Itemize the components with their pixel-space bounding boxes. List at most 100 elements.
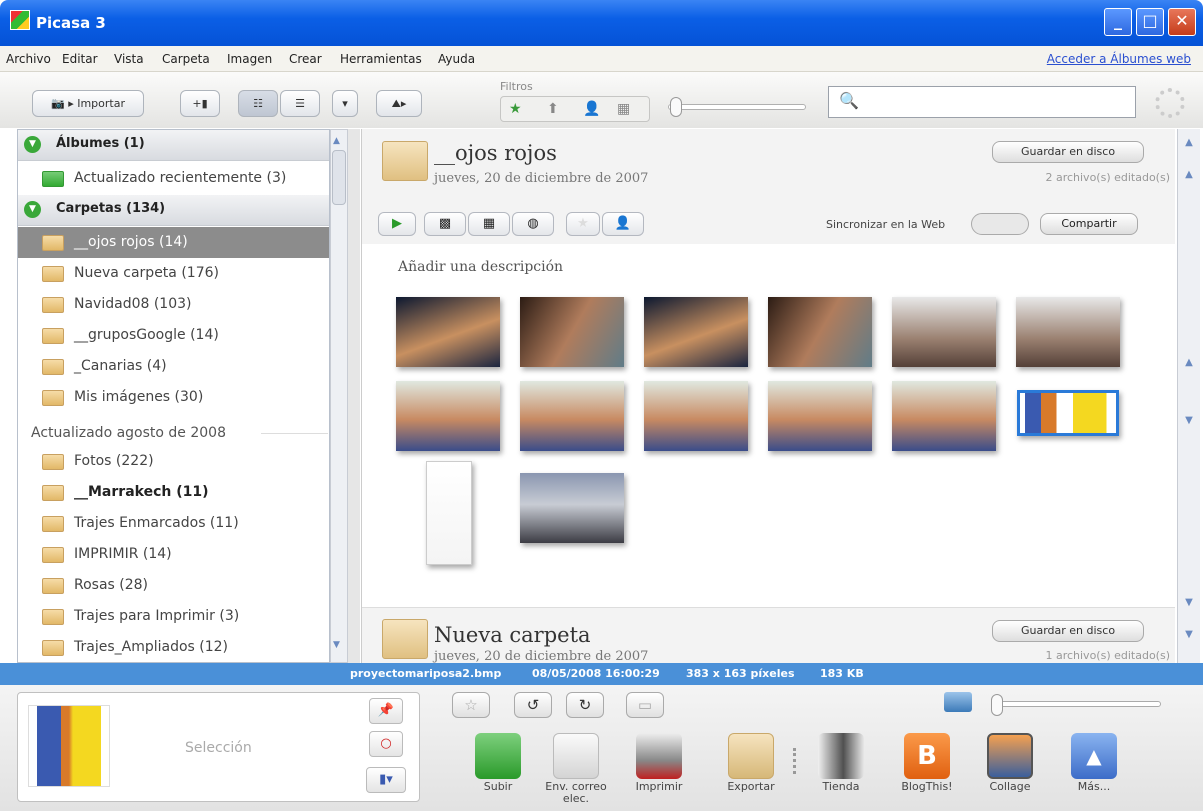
menu-crear[interactable]: Crear <box>289 52 322 66</box>
clear-selection-button[interactable]: ○ <box>369 731 403 757</box>
import-button[interactable]: 📷 ▸ Importar <box>32 90 144 117</box>
albums-header[interactable]: ▼ Álbumes (1) <box>18 130 329 161</box>
photo-thumbnail[interactable] <box>644 381 748 451</box>
people-button[interactable]: 👤 <box>602 212 644 236</box>
document-thumbnail[interactable] <box>426 461 472 565</box>
photo-thumbnail[interactable] <box>892 297 996 367</box>
scroll-down-icon[interactable]: ▼ <box>1180 597 1198 617</box>
sidebar-item-trajes-ampliados[interactable]: Trajes_Ampliados (12) <box>18 632 329 662</box>
hold-selection-button[interactable]: 📌 <box>369 698 403 724</box>
tag-button[interactable]: ▭ <box>626 692 664 718</box>
menu-ayuda[interactable]: Ayuda <box>438 52 475 66</box>
close-button[interactable]: ✕ <box>1168 8 1196 36</box>
album-icon <box>42 171 64 187</box>
movie-button[interactable]: ▦ <box>468 212 510 236</box>
rotate-left-button[interactable]: ↺ <box>514 692 552 718</box>
scroll-down-icon[interactable]: ▼ <box>1180 629 1198 649</box>
view-thumbnails-button[interactable]: ☷ <box>238 90 278 117</box>
menu-archivo[interactable]: Archivo <box>6 52 51 66</box>
photo-thumbnail[interactable] <box>768 381 872 451</box>
sidebar-item-trajes-enmarcados[interactable]: Trajes Enmarcados (11) <box>18 508 329 539</box>
selection-thumbnail[interactable] <box>28 705 110 787</box>
photo-thumbnail[interactable] <box>520 297 624 367</box>
blogthis-action[interactable]: B BlogThis! <box>892 733 962 793</box>
print-action[interactable]: Imprimir <box>624 733 694 793</box>
search-input[interactable]: 🔍 <box>828 86 1136 118</box>
star-button[interactable]: ★ <box>566 212 600 236</box>
rotate-right-button[interactable]: ↻ <box>566 692 604 718</box>
collage-action[interactable]: Collage <box>975 733 1045 793</box>
shop-action[interactable]: Tienda <box>806 733 876 793</box>
sidebar-item-trajes-para-imprimir[interactable]: Trajes para Imprimir (3) <box>18 601 329 632</box>
photo-thumbnail[interactable] <box>396 297 500 367</box>
play-slideshow-button[interactable]: ▶ <box>378 212 416 236</box>
sidebar-item-navidad08[interactable]: Navidad08 (103) <box>18 289 329 320</box>
view-tree-button[interactable]: ☰ <box>280 90 320 117</box>
person-filter-icon[interactable]: 👤 <box>583 101 600 117</box>
menu-vista[interactable]: Vista <box>114 52 144 66</box>
main-scrollbar[interactable]: ▲ ▲ ▲ ▼ ▼ ▼ <box>1177 129 1200 663</box>
sidebar-item-mis-imagenes[interactable]: Mis imágenes (30) <box>18 382 329 413</box>
scroll-up-icon[interactable]: ▲ <box>1180 357 1198 377</box>
scroll-down-icon[interactable]: ▼ <box>333 640 340 650</box>
menu-carpeta[interactable]: Carpeta <box>162 52 210 66</box>
thumbnail-size-knob[interactable] <box>991 694 1003 716</box>
share-button[interactable]: Compartir <box>1040 213 1138 235</box>
sidebar-item-rosas[interactable]: Rosas (28) <box>18 570 329 601</box>
filter-date-slider[interactable] <box>668 104 806 110</box>
sidebar-scrollbar-thumb[interactable] <box>332 150 346 205</box>
photo-thumbnail[interactable] <box>520 381 624 451</box>
minimize-button[interactable]: _ <box>1104 8 1132 36</box>
star-selection-button[interactable]: ☆ <box>452 692 490 718</box>
scroll-up-icon[interactable]: ▲ <box>1180 137 1198 157</box>
collapse-arrow-icon[interactable]: ▼ <box>24 136 41 153</box>
sidebar-item-gruposgoogle[interactable]: __gruposGoogle (14) <box>18 320 329 351</box>
photo-thumbnail[interactable] <box>892 381 996 451</box>
sidebar-scrollbar[interactable] <box>330 129 348 663</box>
movie-filter-icon[interactable]: ▦ <box>617 101 630 117</box>
add-to-album-dropdown[interactable]: ▮▾ <box>366 767 406 793</box>
filter-slider-knob[interactable] <box>670 97 682 117</box>
folders-header[interactable]: ▼ Carpetas (134) <box>18 195 329 226</box>
sidebar-item-nueva-carpeta[interactable]: Nueva carpeta (176) <box>18 258 329 289</box>
star-filter-icon[interactable]: ★ <box>509 101 522 117</box>
sidebar-item-canarias[interactable]: _Canarias (4) <box>18 351 329 382</box>
photo-thumbnail[interactable] <box>768 297 872 367</box>
sidebar-item-recent[interactable]: Actualizado recientemente (3) <box>18 163 329 194</box>
menu-imagen[interactable]: Imagen <box>227 52 272 66</box>
photo-edit-button[interactable]: ▩ <box>424 212 466 236</box>
scroll-up-icon[interactable]: ▲ <box>1180 169 1198 189</box>
sidebar-item-marrakech[interactable]: __Marrakech (11) <box>18 477 329 508</box>
status-filename: proyectomariposa2.bmp <box>350 667 502 680</box>
scroll-down-icon[interactable]: ▼ <box>1180 415 1198 435</box>
view-dropdown-button[interactable]: ▾ <box>332 90 358 117</box>
thumbnail-size-slider[interactable] <box>993 701 1161 707</box>
geotag-button[interactable]: ◍ <box>512 212 554 236</box>
photo-thumbnail[interactable] <box>644 297 748 367</box>
slideshow-button[interactable]: ⛰▸ <box>376 90 422 117</box>
email-action[interactable]: Env. correo elec. <box>541 733 611 805</box>
menu-herramientas[interactable]: Herramientas <box>340 52 422 66</box>
photo-thumbnail[interactable] <box>1016 297 1120 367</box>
sync-web-toggle[interactable] <box>971 213 1029 235</box>
scroll-up-icon[interactable]: ▲ <box>333 136 340 146</box>
butterfly-thumbnail-selected[interactable] <box>1017 390 1119 436</box>
upload-filter-icon[interactable]: ⬆ <box>547 101 559 117</box>
web-albums-login-link[interactable]: Acceder a Álbumes web <box>1047 52 1191 66</box>
export-action[interactable]: Exportar <box>716 733 786 793</box>
menu-editar[interactable]: Editar <box>62 52 98 66</box>
upload-action[interactable]: Subir <box>463 733 533 793</box>
collapse-arrow-icon[interactable]: ▼ <box>24 201 41 218</box>
sidebar-item-fotos[interactable]: Fotos (222) <box>18 446 329 477</box>
photo-thumbnail[interactable] <box>396 381 500 451</box>
more-action[interactable]: ▲ Más... <box>1059 733 1129 793</box>
sidebar-item-ojos-rojos[interactable]: __ojos rojos (14) <box>18 227 329 258</box>
save-to-disk-button[interactable]: Guardar en disco <box>992 141 1144 163</box>
photo-thumbnail[interactable] <box>520 473 624 543</box>
sidebar-item-imprimir[interactable]: IMPRIMIR (14) <box>18 539 329 570</box>
maximize-button[interactable]: □ <box>1136 8 1164 36</box>
save-to-disk-button-2[interactable]: Guardar en disco <box>992 620 1144 642</box>
add-to-album-button[interactable]: +▮ <box>180 90 220 117</box>
panel-splitter[interactable] <box>348 129 360 663</box>
add-description-field[interactable]: Añadir una descripción <box>398 259 563 275</box>
